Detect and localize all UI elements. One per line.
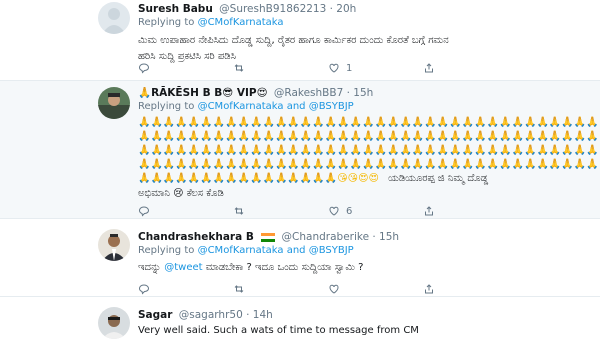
replying-prefix: Replying to — [138, 101, 195, 112]
emoji-row: 🙏🙏🙏🙏🙏🙏🙏🙏🙏🙏🙏🙏🙏🙏🙏🙏🙏🙏🙏🙏🙏🙏🙏🙏🙏🙏🙏🙏🙏🙏🙏🙏🙏🙏🙏🙏🙏 — [138, 145, 599, 156]
heart-icon — [329, 63, 339, 73]
share-icon — [425, 63, 433, 73]
tweet-text: ಇದನ್ನು @tweet ಮಾಡಬೇಕಾ ? ಇದೂ ಒಂದು ಸುದ್ದಿಯ… — [138, 260, 590, 276]
tweet-header: Chandrashekhara B @Chandraberike · 15h — [138, 230, 590, 244]
share-icon — [425, 284, 433, 294]
share-button[interactable] — [423, 62, 435, 74]
mention-link[interactable]: @CMofKarnataka and @BSYBJP — [198, 101, 354, 112]
tweet-header: Suresh Babu @SureshB91862213 · 20h — [138, 2, 590, 16]
heart-icon — [329, 284, 339, 294]
reply-icon — [138, 63, 150, 74]
reply-button[interactable] — [138, 283, 150, 295]
india-flag-icon — [261, 232, 276, 242]
heart-icon — [329, 206, 339, 216]
share-icon — [425, 206, 433, 216]
mention-link[interactable]: @tweet — [164, 262, 202, 273]
retweet-button[interactable] — [233, 62, 251, 74]
replying-prefix: Replying to — [138, 17, 195, 28]
tweet-header: Sagar @sagarhr50 · 14h — [138, 308, 590, 322]
author-handle[interactable]: @Chandraberike · 15h — [282, 231, 400, 243]
mention-link[interactable]: @CMofKarnataka — [198, 17, 284, 28]
tweet-text: ಮಿಮ ಉಪಾಹಾರ ನೇಪಿಸಿದು ದೊಡ್ಡ ಸುದ್ದಿ, ರೈತರ ಹ… — [138, 33, 590, 65]
like-button[interactable] — [328, 283, 340, 295]
reply-icon — [138, 284, 150, 295]
tweet-header: 🙏RĀKĒSH B B😎 VIP😍 @RakeshBB7 · 15h — [138, 86, 590, 100]
share-button[interactable] — [423, 205, 435, 217]
replying-to: Replying to @CMofKarnataka — [138, 16, 590, 30]
like-button[interactable]: 1 — [328, 62, 352, 74]
replying-to: Replying to @CMofKarnataka and @BSYBJP — [138, 244, 590, 258]
tweet-text-line: ಮಿಮ ಉಪಾಹಾರ ನೇಪಿಸಿದು ದೊಡ್ಡ ಸುದ್ದಿ, ರೈತರ ಹ… — [138, 35, 449, 46]
reply-icon — [138, 206, 150, 217]
tweet-text-line: ಅಭಿಮಾನಿ 😢 ಕೆಲಸ ಕೊಡಿ — [138, 188, 224, 199]
author-name[interactable]: Suresh Babu — [138, 3, 213, 15]
retweet-icon — [234, 207, 244, 215]
avatar[interactable] — [98, 307, 130, 339]
tweet-text-line: ಯಡಿಯೂರಪ್ಪ ಜಿ ನಿಮ್ಮ ದೊಡ್ಡ — [388, 173, 489, 184]
replying-prefix: Replying to — [138, 245, 195, 256]
reply-button[interactable] — [138, 205, 156, 217]
retweet-button[interactable] — [233, 205, 251, 217]
tweet-suresh[interactable]: Suresh Babu @SureshB91862213 · 20h Reply… — [0, 0, 600, 80]
reply-button[interactable] — [138, 62, 156, 74]
retweet-icon — [234, 64, 244, 72]
tweet-text: 🙏🙏🙏🙏🙏🙏🙏🙏🙏🙏🙏🙏🙏🙏🙏🙏🙏🙏🙏🙏🙏🙏🙏🙏🙏🙏🙏🙏🙏🙏🙏🙏🙏🙏🙏🙏🙏 🙏🙏… — [138, 116, 599, 202]
like-button[interactable]: 6 — [328, 205, 352, 217]
emoji-row: 🙏🙏🙏🙏🙏🙏🙏🙏🙏🙏🙏🙏🙏🙏🙏🙏🙏🙏🙏🙏🙏🙏🙏🙏🙏🙏🙏🙏🙏🙏🙏🙏🙏🙏🙏🙏🙏 — [138, 131, 599, 142]
avatar[interactable] — [98, 87, 130, 119]
tweet-text-segment: ಮಾಡಬೇಕಾ ? ಇದೂ ಒಂದು ಸುದ್ದಿಯಾ ಸ್ವಾಮಿ ? — [202, 262, 364, 273]
emoji-row: 🙏🙏🙏🙏🙏🙏🙏🙏🙏🙏🙏🙏🙏🙏🙏🙏🙏🙏🙏🙏🙏🙏🙏🙏🙏🙏🙏🙏🙏🙏🙏🙏🙏🙏🙏🙏🙏 — [138, 117, 599, 128]
avatar[interactable] — [98, 229, 130, 261]
tweet-text-segment: ಇದನ್ನು — [138, 262, 165, 273]
tweet-rakesh[interactable]: 🙏RĀKĒSH B B😎 VIP😍 @RakeshBB7 · 15h Reply… — [0, 81, 600, 218]
mention-link[interactable]: @CMofKarnataka and @BSYBJP — [198, 245, 354, 256]
retweet-icon — [234, 285, 244, 293]
emoji-row: 🙏🙏🙏🙏🙏🙏🙏🙏🙏🙏🙏🙏🙏🙏🙏🙏😘😘😍😍 ಯಡಿಯೂರಪ್ಪ ಜಿ ನಿಮ್ಮ … — [138, 172, 590, 186]
author-name[interactable]: Sagar — [138, 309, 172, 321]
tweet-sagar[interactable]: Sagar @sagarhr50 · 14h Very well said. S… — [0, 297, 600, 339]
retweet-button[interactable] — [233, 283, 245, 295]
replying-to: Replying to @CMofKarnataka and @BSYBJP — [138, 100, 590, 114]
tweet-text-line: ಹರಿಸಿ ಸುದ್ದಿ ಪ್ರಕಟಿಸಿ ಸರಿ ಪಡಿಸಿ — [138, 51, 236, 62]
emoji-row: 🙏🙏🙏🙏🙏🙏🙏🙏🙏🙏🙏🙏🙏🙏🙏🙏🙏🙏🙏🙏🙏🙏🙏🙏🙏🙏🙏🙏🙏🙏🙏🙏🙏🙏🙏🙏🙏 — [138, 159, 599, 170]
tweet-chandrashekhara[interactable]: Chandrashekhara B @Chandraberike · 15h R… — [0, 219, 600, 295]
author-name[interactable]: 🙏RĀKĒSH B B😎 VIP😍 — [138, 87, 268, 99]
tweet-text: Very well said. Such a wats of time to m… — [138, 325, 419, 336]
author-handle[interactable]: @SureshB91862213 · 20h — [219, 3, 356, 15]
author-handle[interactable]: @sagarhr50 · 14h — [179, 309, 273, 321]
like-count: 6 — [346, 205, 353, 217]
avatar[interactable] — [98, 2, 130, 34]
emoji-prefix: 🙏🙏🙏🙏🙏🙏🙏🙏🙏🙏🙏🙏🙏🙏🙏🙏😘😘😍😍 — [138, 173, 379, 184]
author-handle[interactable]: @RakeshBB7 · 15h — [274, 87, 373, 99]
like-count: 1 — [346, 62, 353, 74]
share-button[interactable] — [423, 283, 435, 295]
author-name[interactable]: Chandrashekhara B — [138, 231, 254, 243]
